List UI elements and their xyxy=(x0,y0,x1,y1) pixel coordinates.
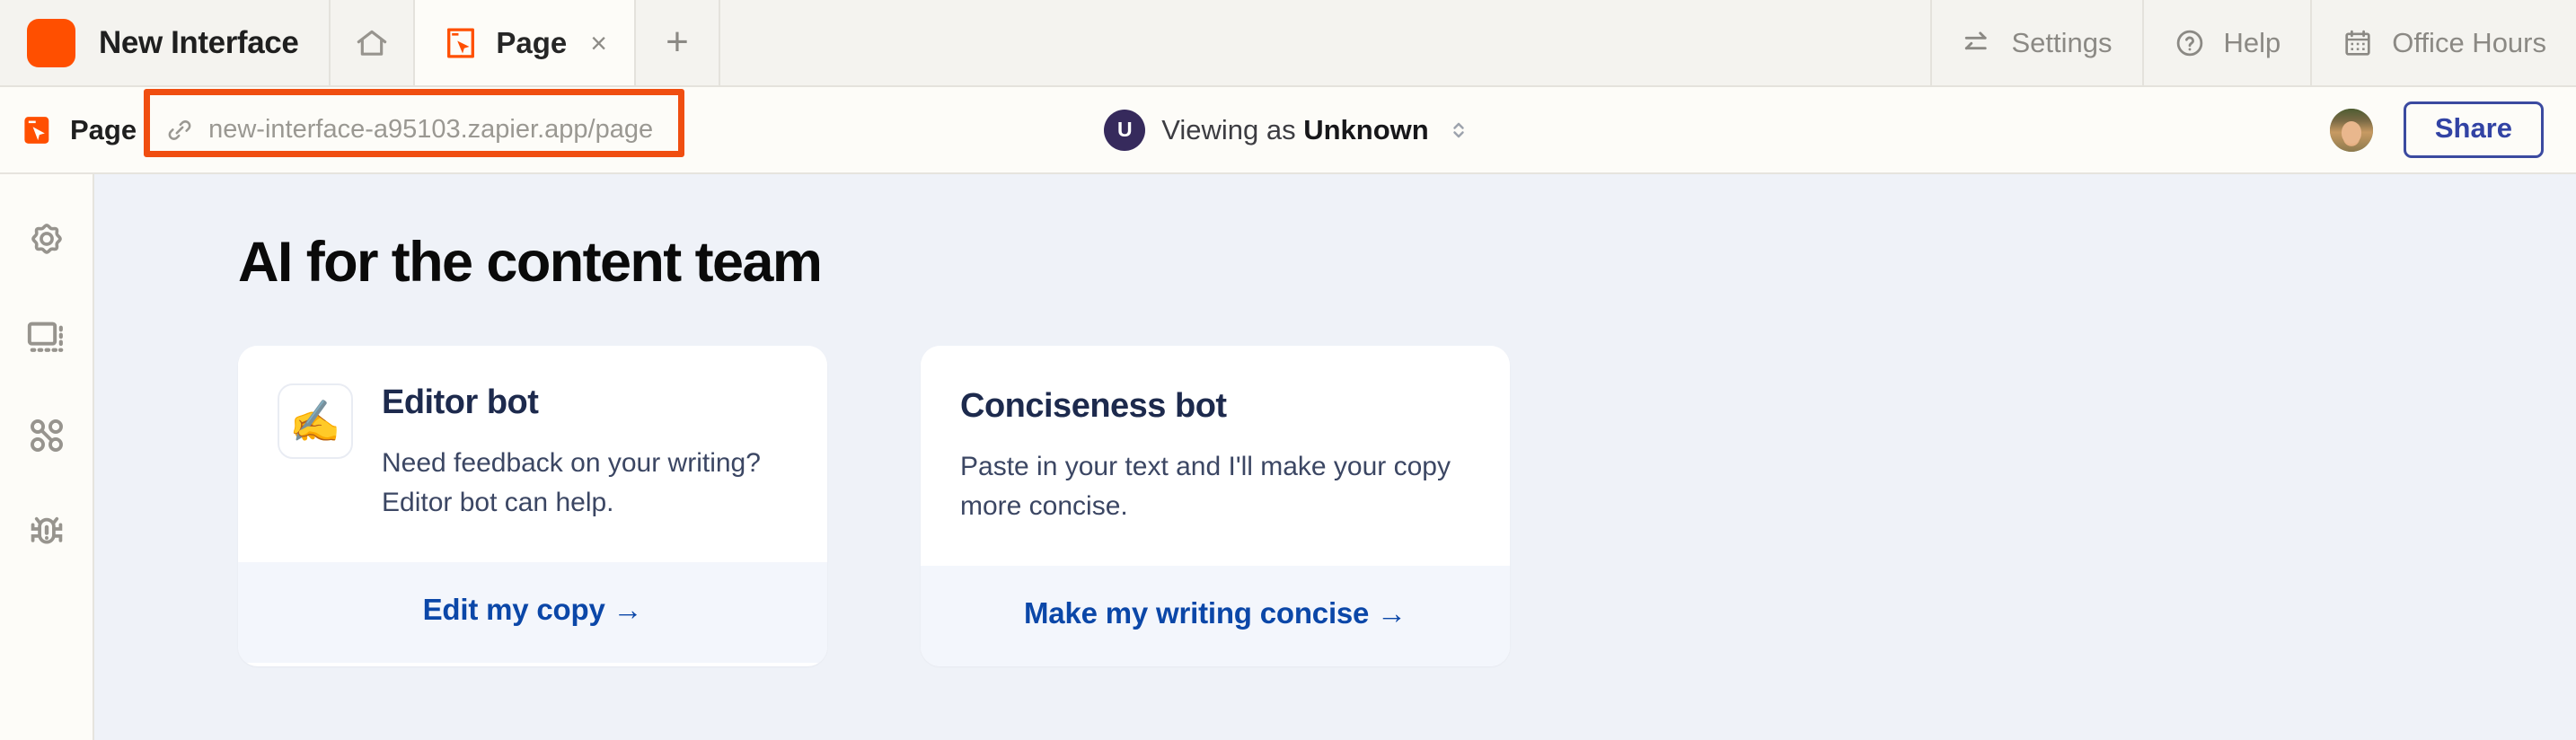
office-hours-button[interactable]: Office Hours xyxy=(2310,0,2576,85)
url-text: new-interface-a95103.zapier.app/page xyxy=(208,115,654,144)
settings-label: Settings xyxy=(2011,26,2113,58)
page-cursor-icon xyxy=(444,26,478,60)
card-conciseness-bot[interactable]: Conciseness bot Paste in your text and I… xyxy=(921,346,1510,666)
body-row: AI for the content team ✍️ Editor bot Ne… xyxy=(0,174,2576,740)
page-content: AI for the content team ✍️ Editor bot Ne… xyxy=(94,174,2576,740)
new-tab-button[interactable]: + xyxy=(635,0,720,85)
brand-area[interactable]: New Interface xyxy=(0,0,331,85)
office-hours-label: Office Hours xyxy=(2392,26,2546,58)
viewing-as-name: Unknown xyxy=(1303,113,1429,145)
sliders-icon xyxy=(1962,27,1994,59)
page-url-bar: Page new-interface-a95103.zapier.app/pag… xyxy=(0,87,2576,174)
close-icon[interactable]: × xyxy=(585,29,607,57)
tab-page[interactable]: Page × xyxy=(415,0,636,85)
gear-icon xyxy=(24,217,69,262)
bug-icon xyxy=(24,511,69,556)
components-nodes-icon xyxy=(24,413,69,458)
url-field-container: new-interface-a95103.zapier.app/page xyxy=(144,88,685,157)
settings-button[interactable]: Settings xyxy=(1929,0,2142,85)
writing-hand-emoji: ✍️ xyxy=(278,383,353,459)
card-description: Need feedback on your writing? Editor bo… xyxy=(382,448,761,517)
card-cta-link[interactable]: Make my writing concise → xyxy=(1024,596,1407,630)
left-sidebar xyxy=(0,174,94,740)
layout-frame-icon xyxy=(24,315,69,360)
url-input[interactable]: new-interface-a95103.zapier.app/page xyxy=(154,105,674,155)
sidebar-item-components[interactable] xyxy=(19,408,75,463)
card-description: Paste in your text and I'll make your co… xyxy=(960,452,1451,521)
calendar-icon xyxy=(2342,27,2374,59)
link-chain-icon xyxy=(165,116,194,145)
card-main: Conciseness bot Paste in your text and I… xyxy=(921,346,1510,566)
card-grid: ✍️ Editor bot Need feedback on your writ… xyxy=(238,346,2576,666)
app-window: New Interface Page × + Settings Help Off… xyxy=(0,0,2576,740)
share-button[interactable]: Share xyxy=(2403,101,2544,159)
url-bar-right-actions: Share xyxy=(2329,101,2544,159)
app-logo-icon xyxy=(27,18,75,67)
avatar[interactable] xyxy=(2329,108,2373,152)
card-body: Editor bot Need feedback on your writing… xyxy=(382,383,788,523)
home-icon xyxy=(354,25,390,61)
home-tab-button[interactable] xyxy=(331,0,416,85)
card-title: Editor bot xyxy=(382,383,539,421)
viewing-avatar: U xyxy=(1104,109,1146,151)
page-breadcrumb: Page xyxy=(20,113,137,147)
app-title: New Interface xyxy=(99,24,299,60)
card-cta-link[interactable]: Edit my copy → xyxy=(423,593,643,627)
sidebar-item-layout[interactable] xyxy=(19,310,75,366)
card-title: Conciseness bot xyxy=(960,387,1227,425)
help-button[interactable]: Help xyxy=(2141,0,2311,85)
avatar-face xyxy=(2341,120,2361,144)
sidebar-item-debug[interactable] xyxy=(19,506,75,561)
card-footer[interactable]: Make my writing concise → xyxy=(921,565,1510,666)
viewing-as-selector[interactable]: U Viewing as Unknown xyxy=(1104,109,1472,151)
breadcrumb-label: Page xyxy=(70,113,137,145)
page-title: AI for the content team xyxy=(238,231,823,294)
browser-tab-bar: New Interface Page × + Settings Help Off… xyxy=(0,0,2576,87)
card-main: ✍️ Editor bot Need feedback on your writ… xyxy=(238,346,827,562)
card-footer[interactable]: Edit my copy → xyxy=(238,561,827,663)
page-cursor-icon xyxy=(20,113,54,147)
tab-page-label: Page xyxy=(496,25,568,59)
card-body: Conciseness bot Paste in your text and I… xyxy=(960,387,1470,526)
chevron-updown-icon[interactable] xyxy=(1445,117,1472,144)
help-label: Help xyxy=(2223,26,2281,58)
plus-icon: + xyxy=(666,20,689,65)
viewing-as-label: Viewing as Unknown xyxy=(1161,114,1428,146)
tab-bar-spacer xyxy=(719,0,1930,85)
card-editor-bot[interactable]: ✍️ Editor bot Need feedback on your writ… xyxy=(238,346,827,666)
sidebar-item-settings[interactable] xyxy=(19,212,75,268)
viewing-as-prefix: Viewing as xyxy=(1161,113,1296,145)
question-circle-icon xyxy=(2174,27,2206,59)
